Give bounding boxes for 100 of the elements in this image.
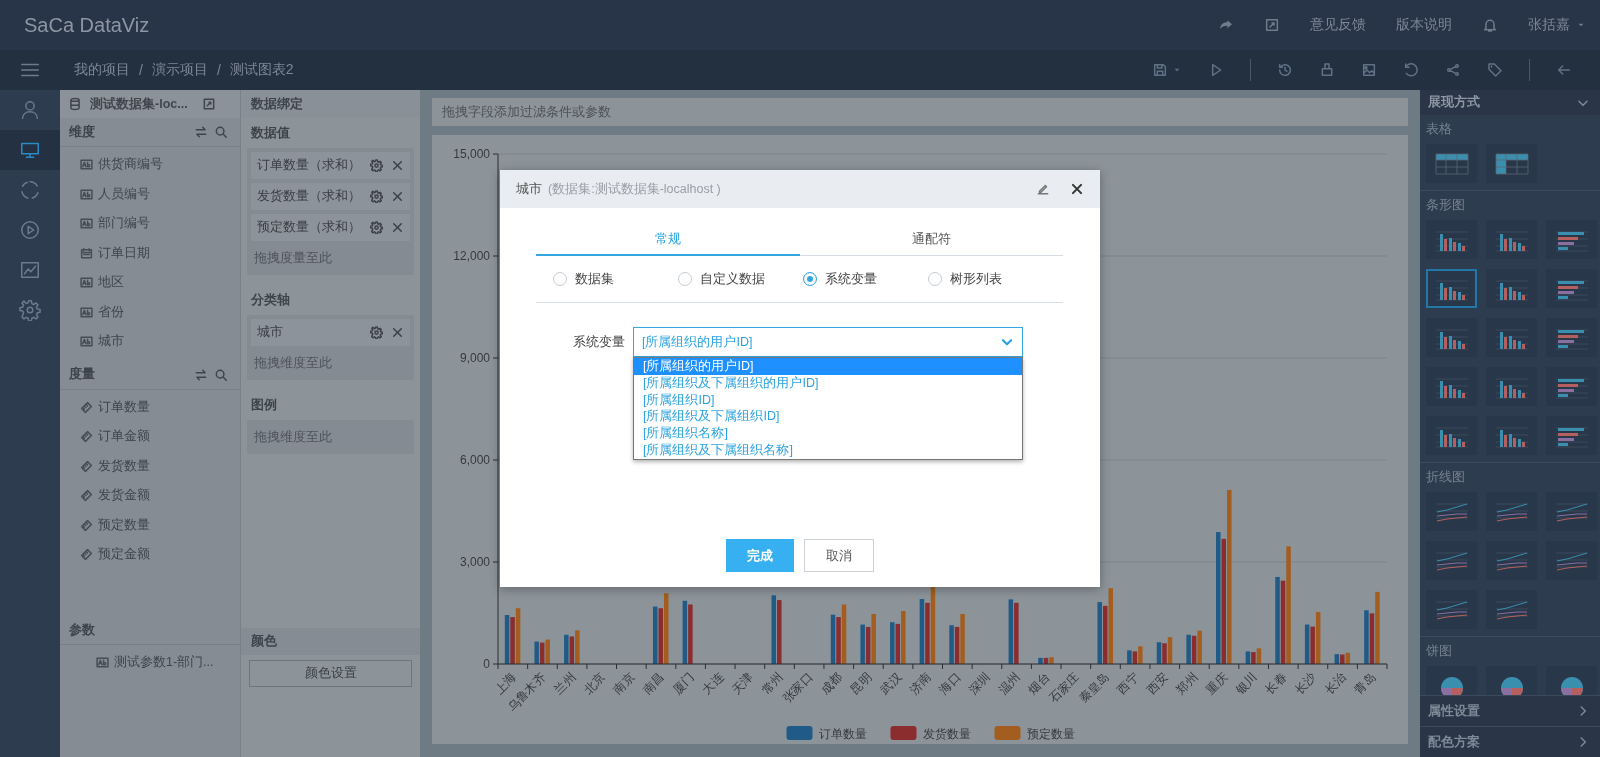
- chart-type-option[interactable]: [1486, 220, 1537, 259]
- chart-type-option[interactable]: [1546, 220, 1597, 259]
- history-icon[interactable]: [1277, 62, 1293, 78]
- chart-type-option[interactable]: [1426, 144, 1477, 183]
- cancel-button[interactable]: 取消: [803, 539, 874, 572]
- legend-swatch[interactable]: [994, 726, 1021, 740]
- chart-type-option[interactable]: [1426, 367, 1477, 406]
- field-item[interactable]: 地区: [98, 274, 124, 292]
- nav-rail-item[interactable]: [0, 130, 60, 170]
- header-link[interactable]: 意见反馈: [1310, 16, 1366, 34]
- settings-icon[interactable]: [370, 221, 383, 234]
- chart-type-option[interactable]: [1546, 492, 1597, 531]
- legend-label[interactable]: 预定数量: [1026, 727, 1075, 741]
- field-chip[interactable]: 订单数量（求和）: [251, 152, 410, 179]
- parameter-item[interactable]: 测试参数1-部门...: [114, 654, 214, 672]
- chart-type-option[interactable]: [1546, 367, 1597, 406]
- field-item[interactable]: 部门编号: [98, 215, 150, 233]
- chart-type-option[interactable]: [1486, 144, 1537, 183]
- share-icon[interactable]: [1445, 62, 1461, 78]
- chart-type-option[interactable]: [1426, 541, 1477, 580]
- field-chip[interactable]: 发货数量（求和）: [251, 183, 410, 210]
- breadcrumb-link[interactable]: 演示项目: [151, 61, 208, 79]
- axis-label: 北京: [580, 670, 608, 698]
- field-item[interactable]: 发货数量: [98, 457, 150, 475]
- field-item[interactable]: 供货商编号: [98, 156, 163, 174]
- chart-type-option[interactable]: [1426, 666, 1477, 695]
- chart-type-option[interactable]: [1426, 318, 1477, 357]
- field-item[interactable]: 预定数量: [98, 516, 150, 534]
- pencil-icon[interactable]: [1036, 182, 1050, 196]
- dropdown-option[interactable]: [所属组织名称]: [634, 425, 1022, 442]
- edit-icon[interactable]: [202, 97, 216, 111]
- chart-type-option[interactable]: [1546, 541, 1597, 580]
- filter-drop-zone[interactable]: 拖拽字段添加过滤条件或参数: [432, 98, 1408, 126]
- breadcrumb-link[interactable]: 测试图表2: [229, 61, 294, 79]
- settings-icon[interactable]: [370, 326, 383, 339]
- tab[interactable]: 常规: [536, 224, 800, 256]
- field-item[interactable]: 预定金额: [98, 546, 150, 564]
- swap-icon[interactable]: [194, 125, 208, 139]
- header-link[interactable]: 版本说明: [1396, 16, 1452, 34]
- edit-icon[interactable]: [1264, 17, 1280, 33]
- chart-type-option[interactable]: [1486, 367, 1537, 406]
- chart-type-option[interactable]: [1546, 416, 1597, 455]
- dropdown-option[interactable]: [所属组织及下属组织名称]: [634, 442, 1022, 459]
- swap-icon[interactable]: [194, 367, 208, 382]
- legend-swatch[interactable]: [890, 726, 917, 740]
- confirm-button[interactable]: 完成: [725, 539, 794, 572]
- image-icon[interactable]: [1361, 62, 1377, 78]
- chart-type-option[interactable]: [1486, 269, 1537, 308]
- field-item[interactable]: 订单金额: [98, 428, 150, 446]
- field-item[interactable]: 订单日期: [98, 244, 150, 262]
- chart-type-option[interactable]: [1426, 220, 1477, 259]
- close-icon[interactable]: [1070, 182, 1084, 196]
- radio-button[interactable]: [803, 272, 817, 286]
- color-settings-button[interactable]: 颜色设置: [249, 660, 412, 687]
- chart-type-option[interactable]: [1546, 318, 1597, 357]
- legend-label[interactable]: 订单数量: [818, 727, 867, 741]
- radio-label[interactable]: 系统变量: [825, 270, 877, 288]
- field-item[interactable]: 省份: [98, 303, 124, 321]
- back-arrow-icon[interactable]: [1556, 62, 1572, 78]
- undo-icon[interactable]: [1403, 62, 1419, 78]
- chart-type-option[interactable]: [1486, 541, 1537, 580]
- chart-type-option[interactable]: [1486, 666, 1537, 695]
- tab[interactable]: 通配符: [799, 224, 1063, 254]
- dropdown-option[interactable]: [所属组织的用户ID]: [634, 358, 1022, 375]
- chart-type-option[interactable]: [1486, 318, 1537, 357]
- radio-label[interactable]: 树形列表: [950, 270, 1002, 288]
- field-item[interactable]: 城市: [98, 333, 124, 351]
- radio-label[interactable]: 数据集: [575, 270, 614, 288]
- user-name[interactable]: 张括嘉: [1528, 16, 1570, 34]
- collapsible-section-header[interactable]: 属性设置: [1420, 695, 1600, 726]
- chart-type-option[interactable]: [1486, 590, 1537, 629]
- settings-icon[interactable]: [370, 190, 383, 203]
- bell-icon[interactable]: [1482, 17, 1498, 33]
- search-icon[interactable]: [214, 125, 228, 139]
- chart-type-option[interactable]: [1426, 590, 1477, 629]
- field-chip[interactable]: 城市: [251, 319, 410, 346]
- chart-type-option[interactable]: [1546, 269, 1597, 308]
- dropdown-option[interactable]: [所属组织及下属组织的用户ID]: [634, 374, 1022, 392]
- tag-icon[interactable]: [1487, 62, 1503, 78]
- chart-type-option[interactable]: [1486, 416, 1537, 455]
- save-icon[interactable]: [1152, 62, 1168, 78]
- dropdown-option[interactable]: [所属组织ID]: [634, 391, 1022, 409]
- field-chip[interactable]: 预定数量（求和）: [251, 214, 410, 241]
- dropdown-field[interactable]: [所属组织的用户ID]: [633, 327, 1023, 357]
- chart-type-option[interactable]: [1426, 269, 1477, 308]
- legend-swatch[interactable]: [786, 726, 813, 740]
- legend-label[interactable]: 发货数量: [922, 727, 971, 741]
- chart-type-option[interactable]: [1546, 666, 1597, 695]
- radio-label[interactable]: 自定义数据: [700, 270, 765, 288]
- field-item[interactable]: 人员编号: [98, 185, 150, 203]
- field-item[interactable]: 订单数量: [98, 398, 150, 416]
- breadcrumb-link[interactable]: 我的项目: [74, 61, 130, 79]
- collapsible-section-header[interactable]: 配色方案: [1420, 726, 1600, 757]
- field-item[interactable]: 发货金额: [98, 487, 150, 505]
- settings-icon[interactable]: [370, 159, 383, 172]
- chart-type-option[interactable]: [1486, 492, 1537, 531]
- dropdown-option[interactable]: [所属组织及下属组织ID]: [634, 408, 1022, 426]
- chart-type-option[interactable]: [1426, 416, 1477, 455]
- search-icon[interactable]: [214, 367, 228, 382]
- chart-type-option[interactable]: [1426, 492, 1477, 531]
